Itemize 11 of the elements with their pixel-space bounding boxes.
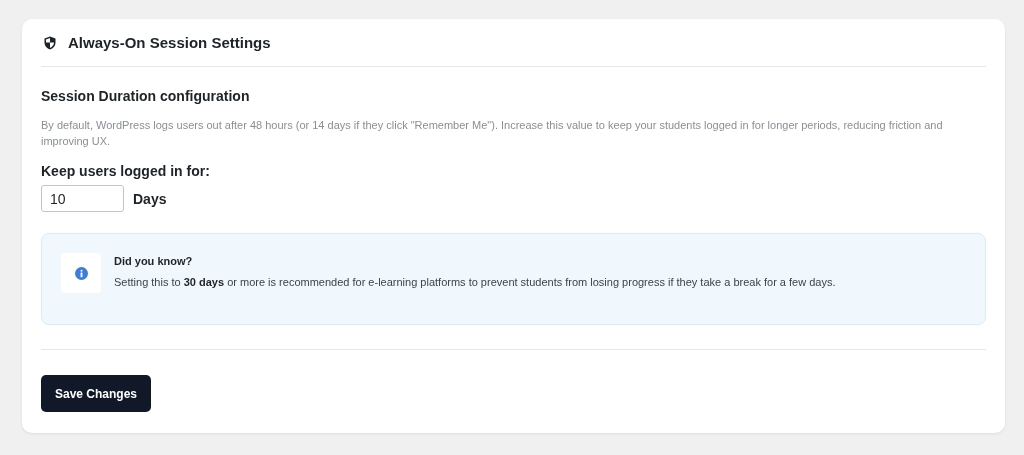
days-input-field[interactable]: 10 xyxy=(41,185,124,212)
section-heading: Session Duration configuration xyxy=(41,88,251,104)
save-button[interactable]: Save Changes xyxy=(41,375,151,412)
shield-icon xyxy=(44,35,56,50)
section-description: By default, WordPress logs users out after 48 hours (or 14 days if they click "Remember Me"). Increase this value to keep your students logged in for longer periods, reducing friction and improving UX. xyxy=(41,118,944,149)
panel-title: Always-On Session Settings xyxy=(68,34,271,51)
notice-title: Did you know? xyxy=(114,255,194,267)
field-label: Keep users logged in for: xyxy=(41,163,211,179)
notice-text: Setting this to 30 days or more is recommended for e-learning platforms to prevent students from losing progress if they take a break for a few days. xyxy=(114,276,836,288)
info-icon xyxy=(74,266,88,280)
unit-label: Days xyxy=(133,190,167,207)
